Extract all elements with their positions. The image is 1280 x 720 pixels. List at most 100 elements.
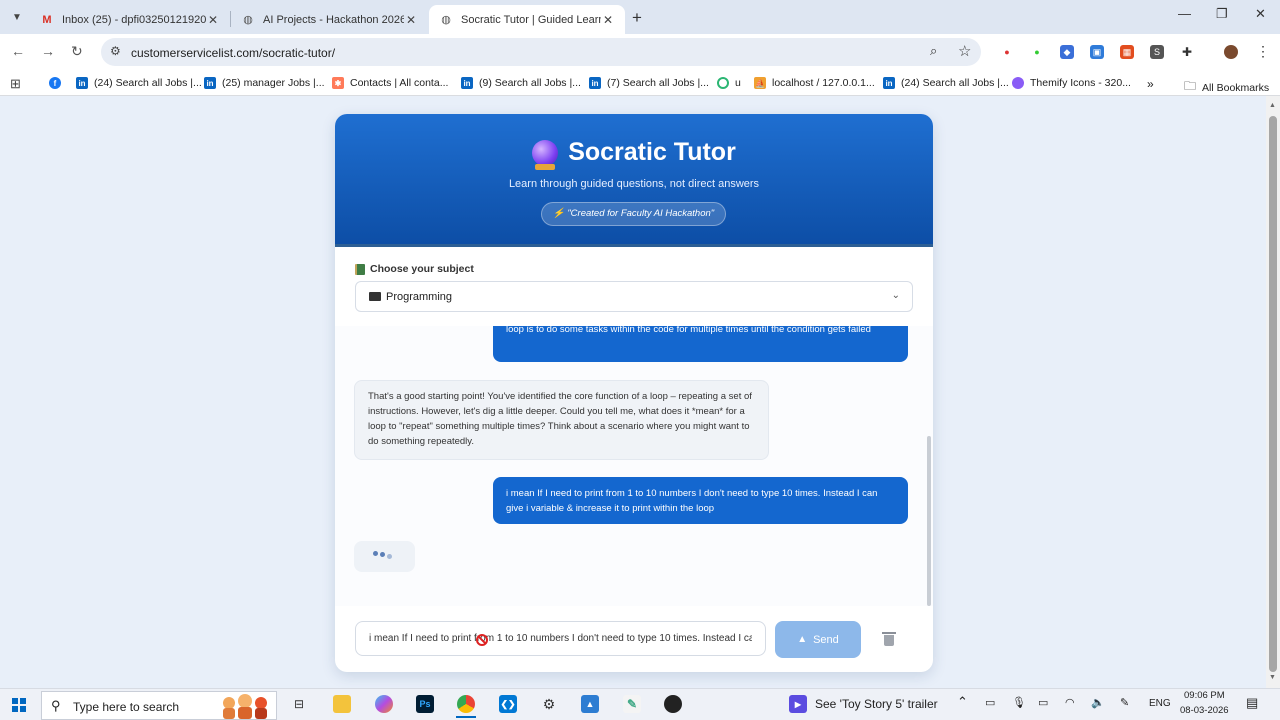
send-button[interactable]: ▲ Send	[775, 621, 861, 658]
trash-icon[interactable]	[882, 632, 896, 646]
meet-now-icon[interactable]: ▭	[985, 696, 995, 709]
send-label: Send	[813, 633, 839, 646]
bookmark-label: (7) Search all Jobs |...	[607, 77, 709, 89]
zoom-icon[interactable]: ⌕	[930, 43, 937, 59]
extension-icon[interactable]: S	[1150, 45, 1164, 59]
linkedin-icon: in	[461, 77, 473, 89]
notification-icon[interactable]: ▤	[1246, 695, 1258, 711]
news-widget[interactable]: See 'Toy Story 5' trailer	[815, 697, 938, 711]
message-input-box[interactable]	[355, 621, 766, 656]
bookmark-item[interactable]: in (24) Search all Jobs |...	[76, 77, 202, 89]
minimize-button[interactable]: —	[1178, 6, 1191, 21]
browser-menu-icon[interactable]: ⋮	[1256, 43, 1270, 60]
close-window-button[interactable]: ✕	[1255, 6, 1266, 22]
subject-select[interactable]: Programming ⌄	[355, 281, 913, 312]
contacts-icon: ✱	[332, 77, 344, 89]
bookmark-item[interactable]: in (25) manager Jobs |...	[204, 77, 325, 89]
profile-avatar-icon[interactable]	[1224, 45, 1238, 59]
message-text: loop is to do some tasks within the code…	[506, 326, 871, 335]
taskbar-search[interactable]: ⚲ Type here to search	[41, 691, 277, 720]
subject-label: Choose your subject	[355, 263, 474, 275]
file-explorer-icon[interactable]	[333, 695, 351, 713]
page-scrollbar[interactable]: ▲ ▼	[1266, 96, 1280, 688]
bookmark-item[interactable]: ✱ Contacts | All conta...	[332, 77, 448, 89]
phpmyadmin-icon: ⛵	[754, 77, 766, 89]
bookmark-star-icon[interactable]: ☆	[958, 42, 971, 60]
maximize-button[interactable]: ❐	[1216, 6, 1228, 22]
vscode-icon[interactable]: ❮❯	[499, 695, 517, 713]
url-text[interactable]: customerservicelist.com/socratic-tutor/	[131, 46, 335, 60]
volume-icon[interactable]: 🔈	[1091, 696, 1105, 709]
pen-tray-icon[interactable]: ✎	[1120, 696, 1129, 709]
bookmark-item[interactable]: in (24) Search all Jobs |...	[883, 77, 1009, 89]
close-tab-icon[interactable]: ✕	[404, 13, 418, 27]
clock-date[interactable]: 08-03-2026	[1180, 705, 1229, 716]
bookmark-label: localhost / 127.0.0.1...	[772, 77, 875, 89]
bookmark-item[interactable]: in (9) Search all Jobs |...	[461, 77, 581, 89]
scrollbar-thumb[interactable]	[1269, 116, 1277, 672]
chat-scrollbar[interactable]	[927, 436, 931, 606]
back-button[interactable]: ←	[11, 43, 25, 59]
badge-text: "Created for Faculty AI Hackathon"	[567, 208, 715, 219]
extension-icon[interactable]: ▣	[1090, 45, 1104, 59]
bookmark-item[interactable]: Themify Icons - 320...	[1012, 77, 1131, 89]
tab-socratic-tutor[interactable]: ◍ Socratic Tutor | Guided Learning ✕	[429, 5, 625, 34]
apps-grid-icon[interactable]: ⊞	[10, 76, 21, 92]
tab-search-button[interactable]: ▼	[7, 7, 27, 27]
close-tab-icon[interactable]: ✕	[601, 13, 615, 27]
windows-start-icon[interactable]	[12, 698, 26, 712]
language-indicator[interactable]: ENG	[1149, 698, 1171, 709]
reload-button[interactable]: ↻	[71, 43, 83, 60]
settings-gear-icon[interactable]: ⚙	[540, 695, 558, 713]
app-title: Socratic Tutor	[568, 138, 736, 166]
microphone-icon[interactable]: 🎙	[1012, 696, 1026, 709]
obs-recorder-icon[interactable]	[664, 695, 682, 713]
scroll-down-icon[interactable]: ▼	[1269, 674, 1276, 681]
site-info-icon[interactable]: ⚙	[110, 44, 121, 58]
bookmark-label: (9) Search all Jobs |...	[479, 77, 581, 89]
copilot-icon[interactable]	[375, 695, 393, 713]
subject-value: Programming	[386, 291, 453, 303]
loader-icon	[717, 77, 729, 89]
all-bookmarks-label: All Bookmarks	[1202, 81, 1270, 94]
task-view-icon[interactable]: ⊟	[290, 695, 308, 713]
bookmarks-overflow-button[interactable]: »	[1147, 77, 1154, 91]
bookmark-facebook[interactable]: f	[49, 77, 67, 89]
close-tab-icon[interactable]: ✕	[206, 13, 220, 27]
tutor-card: Socratic Tutor Learn through guided ques…	[335, 114, 933, 672]
extension-icon[interactable]: ▦	[1120, 45, 1134, 59]
photos-icon[interactable]: ▲	[581, 695, 599, 713]
message-input[interactable]	[356, 622, 765, 655]
extension-icon[interactable]: ●	[1030, 45, 1044, 59]
address-bar[interactable]: ⚙ customerservicelist.com/socratic-tutor…	[101, 38, 981, 66]
extension-icon[interactable]: ◆	[1060, 45, 1074, 59]
bookmark-item[interactable]: ⛵ localhost / 127.0.0.1...	[754, 77, 875, 89]
all-bookmarks-button[interactable]: 🗀 All Bookmarks	[1184, 77, 1269, 98]
pen-app-icon[interactable]: ✎	[623, 695, 641, 713]
news-play-icon[interactable]: ▶	[789, 695, 807, 713]
linkedin-icon: in	[204, 77, 216, 89]
themify-icon	[1012, 77, 1024, 89]
tab-ai-projects[interactable]: ◍ AI Projects - Hackathon 2026 ✕	[231, 5, 428, 34]
laptop-icon	[369, 292, 381, 301]
active-app-indicator	[456, 716, 476, 718]
scroll-up-icon[interactable]: ▲	[1269, 102, 1276, 109]
bookmark-label: (24) Search all Jobs |...	[901, 77, 1009, 89]
battery-icon[interactable]: ▭	[1038, 696, 1048, 709]
new-tab-button[interactable]: +	[632, 8, 642, 28]
extensions-puzzle-icon[interactable]: ✚	[1180, 45, 1194, 59]
clock-time[interactable]: 09:06 PM	[1184, 690, 1225, 701]
forward-button[interactable]: →	[41, 43, 55, 59]
chrome-icon[interactable]	[457, 695, 475, 713]
extension-icon[interactable]: ●	[1000, 45, 1014, 59]
photoshop-icon[interactable]: Ps	[416, 695, 434, 713]
tray-expand-icon[interactable]: ⌃	[957, 694, 968, 710]
bookmark-item[interactable]: u	[717, 77, 741, 89]
bookmark-item[interactable]: in (7) Search all Jobs |...	[589, 77, 709, 89]
chat-window[interactable]: loop is to do some tasks within the code…	[335, 326, 933, 606]
search-placeholder: Type here to search	[73, 700, 180, 714]
wifi-icon[interactable]: ◠	[1065, 696, 1075, 709]
book-icon	[355, 263, 365, 275]
tab-inbox[interactable]: M Inbox (25) - dpfi03250121920s ✕	[30, 5, 230, 34]
hackathon-badge: ⚡ "Created for Faculty AI Hackathon"	[541, 202, 726, 226]
